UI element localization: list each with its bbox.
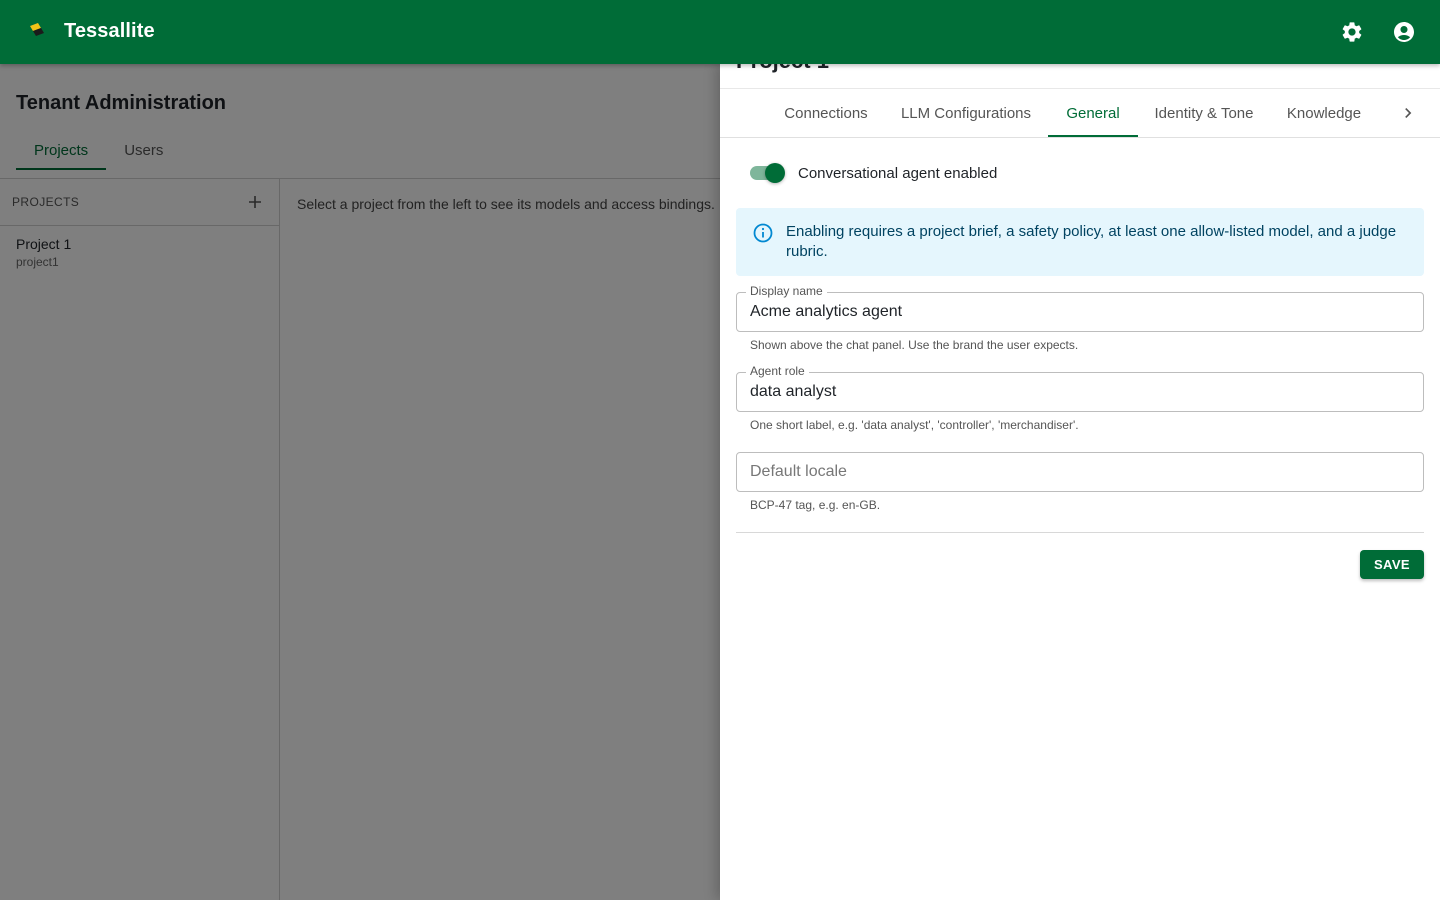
default-locale-helper: BCP-47 tag, e.g. en-GB. (750, 498, 881, 512)
agent-role-field: Agent role (736, 364, 1424, 412)
account-button[interactable] (1388, 16, 1420, 48)
save-button[interactable]: SAVE (1360, 550, 1424, 579)
default-locale-input[interactable] (750, 453, 1410, 491)
agent-role-helper: One short label, e.g. 'data analyst', 'c… (750, 418, 1079, 432)
gear-icon (1342, 22, 1362, 42)
display-name-helper: Shown above the chat panel. Use the bran… (750, 338, 1079, 352)
drawer-tabs: Connections LLM Configurations General I… (720, 88, 1440, 138)
info-icon (753, 223, 773, 243)
alert-text: Enabling requires a project brief, a saf… (786, 223, 1397, 260)
display-name-field: Display name (736, 284, 1424, 332)
toggle-label: Conversational agent enabled (798, 164, 998, 182)
chevron-right-icon (1405, 108, 1412, 118)
settings-button[interactable] (1336, 16, 1368, 48)
default-locale-field (736, 452, 1424, 492)
tab-identity-tone[interactable]: Identity & Tone (1142, 89, 1266, 137)
tab-connections[interactable]: Connections (768, 89, 884, 137)
agent-role-input[interactable] (750, 373, 1410, 411)
account-circle-icon (1394, 22, 1414, 42)
tab-knowledge[interactable]: Knowledge (1272, 89, 1376, 137)
form-divider (736, 532, 1424, 533)
switch-thumb (765, 163, 785, 183)
tab-general[interactable]: General (1048, 89, 1138, 137)
toggle-switch[interactable] (748, 162, 786, 184)
display-name-input[interactable] (750, 293, 1410, 331)
project-settings-drawer: Project 1 Connections LLM Configurations… (720, 64, 1440, 900)
tessallite-logo (30, 23, 44, 36)
tab-llm-configurations[interactable]: LLM Configurations (888, 89, 1044, 137)
info-alert: Enabling requires a project brief, a saf… (736, 208, 1424, 276)
agent-enabled-toggle[interactable]: Conversational agent enabled (748, 162, 997, 184)
app-title: Tessallite (64, 20, 155, 42)
drawer-title: Project 1 (736, 64, 829, 74)
tabs-scroll-right-button[interactable] (1396, 101, 1420, 125)
app-bar: Tessallite (0, 0, 1440, 64)
